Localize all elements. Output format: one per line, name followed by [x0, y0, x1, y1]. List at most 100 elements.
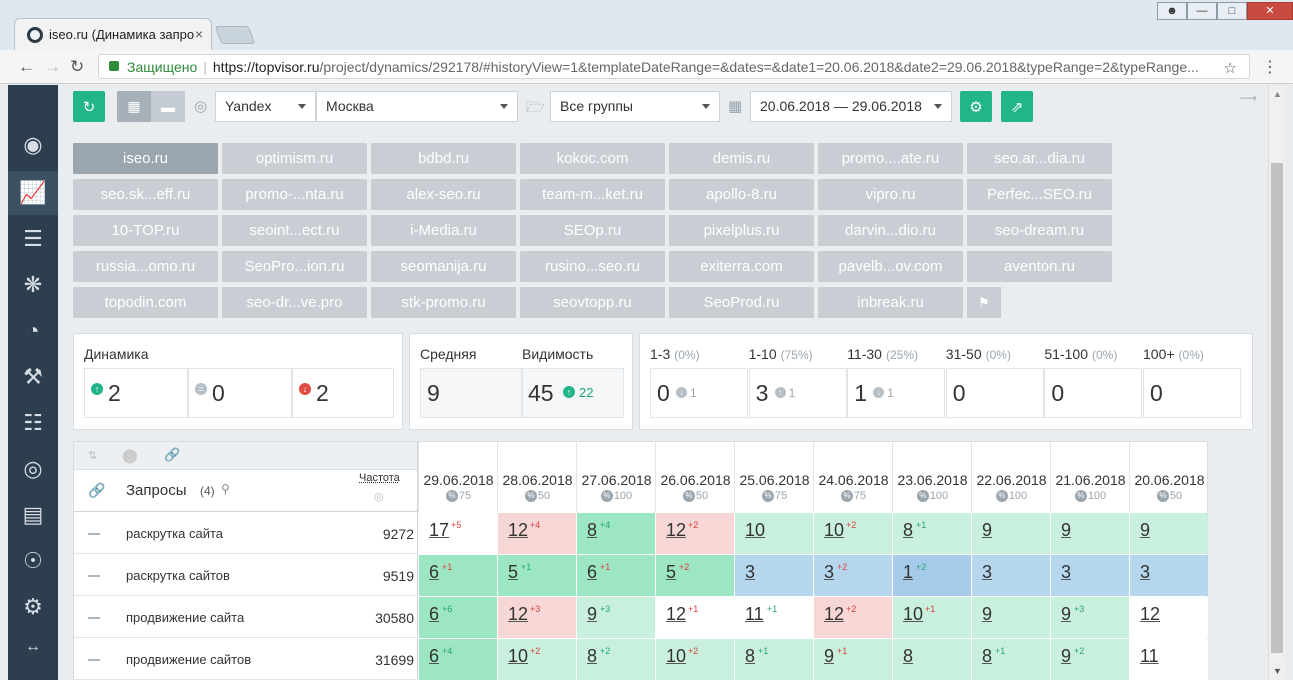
domain-button[interactable]: aventon.ru [967, 251, 1112, 282]
domain-button[interactable]: seo.ar...dia.ru [967, 143, 1112, 174]
user-icon[interactable]: ☻ [1157, 2, 1187, 20]
topvisor-home-icon[interactable]: ◉ [8, 123, 58, 167]
hammer-icon[interactable]: ⚒ [8, 355, 58, 399]
domain-button[interactable]: iseo.ru [73, 143, 218, 174]
position-value[interactable]: 6 [587, 562, 597, 583]
domain-button[interactable]: alex-seo.ru [371, 179, 516, 210]
minimize-icon[interactable]: — [1187, 2, 1217, 20]
domain-button[interactable]: promo....ate.ru [818, 143, 963, 174]
domain-button[interactable]: team-m...ket.ru [520, 179, 665, 210]
domain-button[interactable]: darvin...dio.ru [818, 215, 963, 246]
row-toggle-icon[interactable] [88, 575, 100, 577]
position-value[interactable]: 10 [745, 520, 765, 541]
domain-button[interactable]: inbreak.ru [818, 287, 963, 318]
back-arrow-icon[interactable]: ← [18, 57, 35, 77]
position-value[interactable]: 17 [429, 520, 449, 541]
new-tab-button[interactable] [214, 26, 256, 44]
position-cell[interactable]: 9 +1 [813, 639, 892, 680]
position-cell[interactable]: 5 +2 [655, 555, 734, 596]
position-value[interactable]: 8 [587, 646, 597, 667]
position-value[interactable]: 1 [903, 562, 913, 583]
domain-button[interactable]: seoint...ect.ru [222, 215, 367, 246]
position-cell[interactable]: 3 [971, 555, 1050, 596]
settings-button[interactable]: ⚙ [960, 91, 992, 122]
domain-button[interactable]: seo-dream.ru [967, 215, 1112, 246]
position-value[interactable]: 9 [1061, 520, 1071, 541]
pie-chart-icon[interactable]: ◔ [8, 309, 58, 353]
dynamics-chart-icon[interactable]: 📈 [8, 171, 58, 215]
domain-button[interactable]: seovtopp.ru [520, 287, 665, 318]
expand-sidebar-icon[interactable]: ↔ [8, 625, 58, 669]
position-value[interactable]: 12 [824, 604, 844, 625]
position-cell[interactable]: 8 +2 [576, 639, 655, 680]
position-value[interactable]: 6 [429, 562, 439, 583]
domain-button[interactable]: seo-dr...ve.pro [222, 287, 367, 318]
position-cell[interactable]: 10 +2 [497, 639, 576, 680]
frequency-header[interactable]: Частота [359, 472, 400, 484]
domain-button[interactable]: rusino...seo.ru [520, 251, 665, 282]
newspaper-icon[interactable]: ▤ [8, 493, 58, 537]
position-cell[interactable]: 17 +5 [418, 513, 497, 554]
region-select[interactable]: Москва [316, 91, 518, 122]
domain-button[interactable]: i-Media.ru [371, 215, 516, 246]
browser-tab[interactable]: iseo.ru (Динамика запро × [14, 18, 212, 50]
search-icon[interactable]: ⚲ [221, 482, 230, 496]
position-cell[interactable]: 10 +2 [813, 513, 892, 554]
date-range-select[interactable]: 20.06.2018 — 29.06.2018 [750, 91, 952, 122]
bookmark-star-icon[interactable]: ☆ [1224, 59, 1237, 77]
browser-menu-icon[interactable]: ⋮ [1262, 57, 1278, 77]
position-value[interactable]: 12 [666, 520, 686, 541]
domain-button[interactable]: vipro.ru [818, 179, 963, 210]
domain-button[interactable]: SeoPro...ion.ru [222, 251, 367, 282]
position-cell[interactable]: 12 [1129, 597, 1208, 638]
position-value[interactable]: 11 [745, 604, 764, 625]
eye-icon[interactable]: ☉ [8, 539, 58, 583]
position-cell[interactable]: 12 +1 [655, 597, 734, 638]
position-value[interactable]: 3 [1061, 562, 1071, 583]
row-toggle-icon[interactable] [88, 617, 100, 619]
position-cell[interactable]: 6 +6 [418, 597, 497, 638]
position-value[interactable]: 3 [1140, 562, 1150, 583]
position-cell[interactable]: 8 +4 [576, 513, 655, 554]
position-value[interactable]: 9 [1061, 646, 1071, 667]
toggle-icon[interactable]: ⬤ [122, 447, 138, 464]
domain-button[interactable]: pavelb...ov.com [818, 251, 963, 282]
url-field[interactable]: Защищено | https://topvisor.ru/project/dyn… [98, 54, 1250, 79]
date-column-header[interactable]: 21.06.2018% 100 [1050, 442, 1129, 512]
group-select[interactable]: Все группы [550, 91, 720, 122]
position-cell[interactable]: 9 [971, 513, 1050, 554]
domain-button[interactable]: apollo-8.ru [669, 179, 814, 210]
link-icon[interactable]: 🔗 [164, 447, 180, 463]
domain-button[interactable]: SeoProd.ru [669, 287, 814, 318]
position-cell[interactable]: 8 [892, 639, 971, 680]
layers-icon[interactable]: ☰ [8, 217, 58, 261]
position-cell[interactable]: 8 +1 [892, 513, 971, 554]
tab-close-icon[interactable]: × [195, 26, 203, 42]
domain-button[interactable]: bdbd.ru [371, 143, 516, 174]
reload-icon[interactable]: ↻ [70, 57, 84, 77]
domain-button[interactable]: optimism.ru [222, 143, 367, 174]
date-column-header[interactable]: 26.06.2018% 50 [655, 442, 734, 512]
position-value[interactable]: 8 [903, 646, 913, 667]
domain-button[interactable]: SEOp.ru [520, 215, 665, 246]
date-column-header[interactable]: 29.06.2018% 75 [418, 442, 497, 512]
position-cell[interactable]: 6 +4 [418, 639, 497, 680]
position-cell[interactable]: 6 +1 [418, 555, 497, 596]
date-column-header[interactable]: 23.06.2018% 100 [892, 442, 971, 512]
sort-icon[interactable]: ⇅ [88, 449, 97, 462]
position-cell[interactable]: 9 +3 [1050, 597, 1129, 638]
domain-button[interactable]: pixelplus.ru [669, 215, 814, 246]
position-value[interactable]: 8 [903, 520, 913, 541]
position-cell[interactable]: 8 +1 [734, 639, 813, 680]
position-value[interactable]: 12 [666, 604, 686, 625]
position-cell[interactable]: 8 +1 [971, 639, 1050, 680]
domain-button[interactable]: promo-...nta.ru [222, 179, 367, 210]
position-cell[interactable]: 3 +2 [813, 555, 892, 596]
position-value[interactable]: 12 [508, 604, 528, 625]
flag-icon[interactable]: ⚑ [967, 287, 1001, 318]
domain-button[interactable]: demis.ru [669, 143, 814, 174]
domain-button[interactable]: seomanija.ru [371, 251, 516, 282]
date-column-header[interactable]: 28.06.2018% 50 [497, 442, 576, 512]
lifebuoy-icon[interactable]: ◎ [8, 447, 58, 491]
row-toggle-icon[interactable] [88, 659, 100, 661]
